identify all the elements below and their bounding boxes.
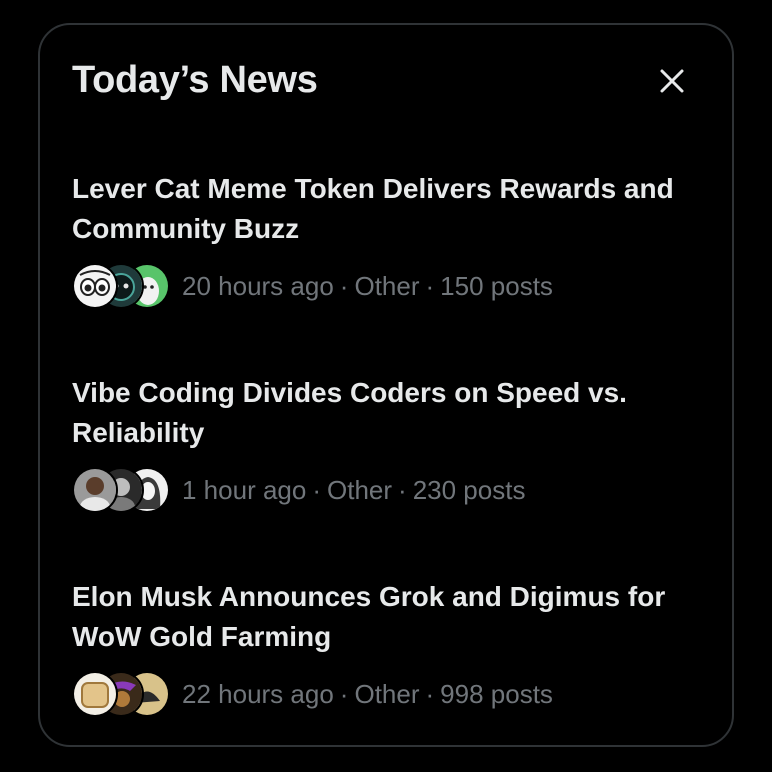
news-time: 20 hours ago	[182, 270, 334, 301]
news-meta: 1 hour ago · Other · 230 posts	[72, 467, 712, 513]
panel-title: Today’s News	[72, 59, 318, 101]
cartoon-cat-avatar	[72, 263, 118, 309]
news-item[interactable]: Lever Cat Meme Token Delivers Rewards an…	[72, 169, 712, 309]
news-meta: 20 hours ago · Other · 150 posts	[72, 263, 712, 309]
close-button[interactable]	[650, 59, 694, 103]
bread-avatar	[72, 671, 118, 717]
avatar-group	[72, 671, 170, 717]
news-headline[interactable]: Vibe Coding Divides Coders on Speed vs. …	[72, 373, 712, 453]
man-portrait-avatar	[72, 467, 118, 513]
news-item[interactable]: Vibe Coding Divides Coders on Speed vs. …	[72, 373, 712, 513]
news-category: Other	[327, 474, 393, 505]
news-category: Other	[354, 678, 420, 709]
meta-separator: ·	[312, 474, 321, 505]
news-meta-text: 20 hours ago · Other · 150 posts	[182, 271, 553, 302]
meta-separator: ·	[339, 678, 349, 709]
news-time: 22 hours ago	[182, 678, 334, 709]
news-category: Other	[354, 270, 420, 301]
close-icon	[660, 69, 684, 93]
news-post-count: 150 posts	[440, 270, 553, 301]
news-meta-text: 22 hours ago · Other · 998 posts	[182, 679, 553, 710]
news-meta-text: 1 hour ago · Other · 230 posts	[182, 475, 525, 506]
news-post-count: 230 posts	[412, 474, 526, 505]
meta-separator: ·	[425, 270, 435, 301]
news-item[interactable]: Elon Musk Announces Grok and Digimus for…	[72, 577, 712, 717]
news-headline[interactable]: Elon Musk Announces Grok and Digimus for…	[72, 577, 712, 657]
meta-separator: ·	[425, 678, 435, 709]
news-headline[interactable]: Lever Cat Meme Token Delivers Rewards an…	[72, 169, 712, 249]
todays-news-panel: Today’s News Lever Cat Meme Token Delive…	[38, 23, 734, 747]
news-time: 1 hour ago	[182, 474, 307, 505]
avatar-group	[72, 263, 170, 309]
news-meta: 22 hours ago · Other · 998 posts	[72, 671, 712, 717]
meta-separator: ·	[398, 474, 407, 505]
avatar-group	[72, 467, 170, 513]
news-post-count: 998 posts	[440, 678, 553, 709]
meta-separator: ·	[339, 270, 349, 301]
